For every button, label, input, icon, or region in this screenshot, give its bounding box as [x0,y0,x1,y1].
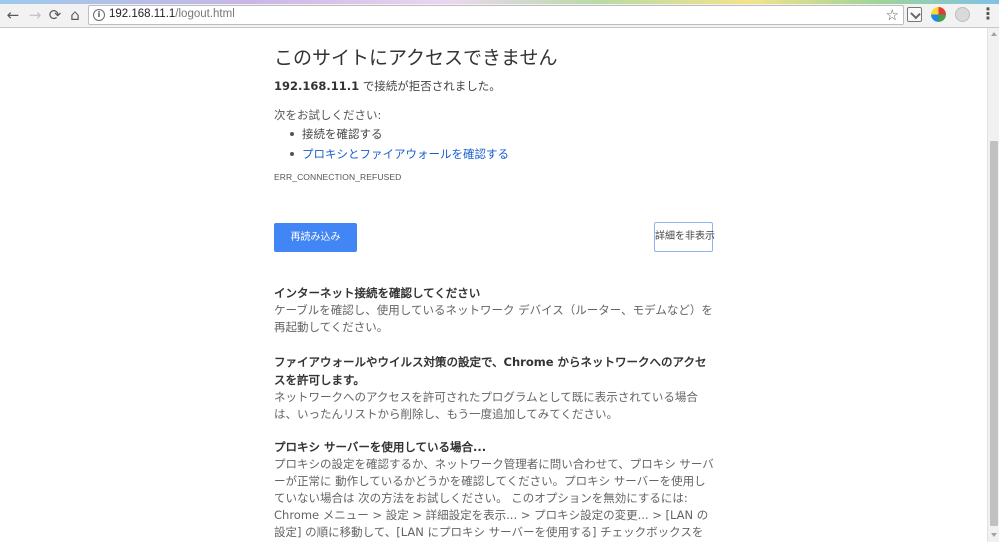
scrollbar-thumb[interactable] [990,141,998,526]
browser-toolbar: ← → ⟳ ⌂ i 192.168.11.1/logout.html ☆ ⋮ [0,0,999,28]
gray-extension-icon[interactable] [955,7,970,22]
suggestion-check-proxy-link[interactable]: プロキシとファイアウォールを確認する [288,145,509,165]
error-summary-text: で接続が拒否されました。 [359,79,501,93]
bookmark-star-icon[interactable]: ☆ [886,6,899,24]
vertical-scrollbar[interactable] [987,28,999,542]
color-extension-icon[interactable] [931,7,946,22]
details-section-proxy: プロキシ サーバーを使用している場合... プロキシの設定を確認するか、ネットワ… [274,438,714,542]
menu-dots-icon[interactable]: ⋮ [980,6,996,23]
suggestions-list: 接続を確認する プロキシとファイアウォールを確認する [288,125,509,165]
suggestions-heading: 次をお試しください: [274,108,382,122]
url-text[interactable]: 192.168.11.1/logout.html [109,8,235,20]
scroll-down-arrow-icon[interactable] [991,533,997,537]
error-code: ERR_CONNECTION_REFUSED [274,172,402,182]
details-heading: ファイアウォールやウイルス対策の設定で、Chrome からネットワークへのアクセ… [274,355,707,387]
home-icon[interactable]: ⌂ [66,6,84,24]
info-icon[interactable]: i [93,9,105,21]
download-extension-icon[interactable] [907,7,922,22]
forward-icon[interactable]: → [26,6,44,24]
error-host: 192.168.11.1 [274,79,360,93]
details-body: ネットワークへのアクセスを許可されたプログラムとして既に表示されている場合は、い… [274,390,698,421]
address-bar[interactable]: i 192.168.11.1/logout.html ☆ [88,5,904,25]
details-section-connection: インターネット接続を確認してください ケーブルを確認し、使用しているネットワーク… [274,284,714,336]
url-host: 192.168.11.1 [109,8,176,20]
reload-icon[interactable]: ⟳ [46,6,64,24]
url-path: /logout.html [175,8,235,20]
reload-button[interactable]: 再読み込み [274,223,357,252]
window-frame-strip [0,0,999,4]
back-icon[interactable]: ← [4,6,22,24]
page-title: このサイトにアクセスできません [274,47,558,69]
hide-details-button[interactable]: 詳細を非表示 [654,222,715,252]
details-body: プロキシの設定を確認するか、ネットワーク管理者に問い合わせて、プロキシ サーバー… [274,457,714,539]
error-summary: 192.168.11.1 で接続が拒否されました。 [274,78,501,94]
scroll-up-arrow-icon[interactable] [991,32,997,36]
details-body: ケーブルを確認し、使用しているネットワーク デバイス（ルーター、モデムなど）を … [274,303,713,334]
suggestion-check-connection: 接続を確認する [288,125,509,145]
details-heading: プロキシ サーバーを使用している場合... [274,440,487,454]
details-heading: インターネット接続を確認してください [274,286,481,300]
details-section-firewall: ファイアウォールやウイルス対策の設定で、Chrome からネットワークへのアクセ… [274,353,714,423]
